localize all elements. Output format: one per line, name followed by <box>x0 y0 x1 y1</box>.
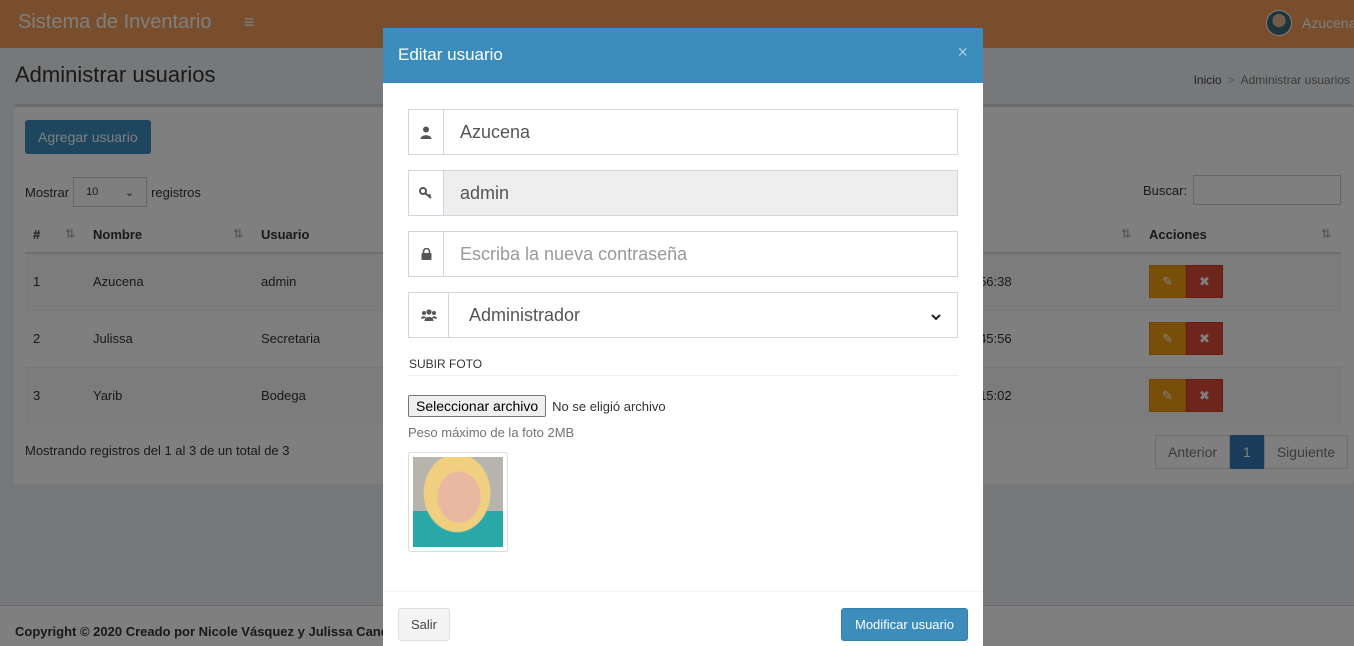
lock-icon <box>408 231 444 277</box>
divider <box>408 375 958 376</box>
close-icon[interactable]: × <box>957 42 968 63</box>
user-photo <box>413 457 503 547</box>
help-text: Peso máximo de la foto 2MB <box>408 425 575 440</box>
modal-header: Editar usuario × <box>383 28 983 83</box>
password-group: Escriba la nueva contraseña <box>408 231 958 277</box>
choose-file-button[interactable]: Seleccionar archivo <box>408 395 547 417</box>
role-group: Administrador <box>408 292 958 338</box>
users-icon <box>408 292 449 338</box>
role-value: Administrador <box>469 304 581 325</box>
edit-user-modal: Editar usuario × Azucena admin Escriba l… <box>383 28 983 646</box>
username-field[interactable]: admin <box>444 170 958 216</box>
photo-preview <box>408 452 508 552</box>
name-group: Azucena <box>408 109 958 155</box>
role-select[interactable]: Administrador <box>449 292 958 338</box>
key-icon <box>408 170 444 216</box>
modal-title: Editar usuario <box>398 45 503 64</box>
chevron-down-icon <box>931 305 941 326</box>
modal-footer: Salir Modificar usuario <box>383 592 983 646</box>
modal-body: Azucena admin Escriba la nueva contraseñ… <box>383 83 983 592</box>
file-status: No se eligió archivo <box>552 398 666 414</box>
save-user-button[interactable]: Modificar usuario <box>841 608 968 641</box>
password-field[interactable]: Escriba la nueva contraseña <box>444 231 958 277</box>
user-icon <box>408 109 444 155</box>
name-field[interactable]: Azucena <box>444 109 958 155</box>
file-input: Seleccionar archivo No se eligió archivo <box>408 395 666 417</box>
upload-title: SUBIR FOTO <box>409 357 483 371</box>
username-group: admin <box>408 170 958 216</box>
exit-button[interactable]: Salir <box>398 608 451 641</box>
